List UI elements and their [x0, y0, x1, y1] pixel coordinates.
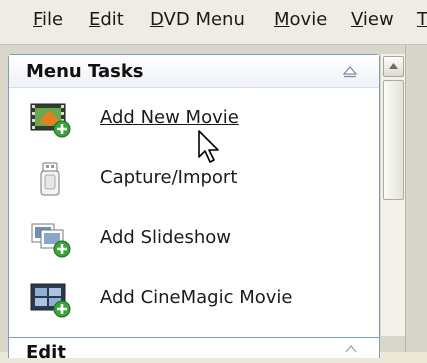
task-label: Add Slideshow	[100, 227, 232, 248]
scroll-thumb[interactable]	[383, 80, 404, 200]
menu-dvd-menu[interactable]: DVD Menu	[150, 9, 245, 30]
add-slideshow-icon	[31, 223, 71, 258]
task-add-new-movie[interactable]: Add New Movie	[29, 96, 349, 142]
menu-truncated[interactable]: T	[417, 9, 427, 30]
task-add-cinemagic-movie[interactable]: Add CineMagic Movie	[29, 276, 349, 322]
collapse-icon[interactable]	[344, 344, 358, 354]
task-label: Add New Movie	[100, 107, 239, 128]
menu-file[interactable]: File	[33, 9, 63, 30]
collapse-icon[interactable]	[342, 64, 358, 78]
add-movie-icon	[30, 103, 71, 138]
scroll-up-arrow-icon	[389, 63, 398, 69]
edit-tasks-panel[interactable]: Edit	[8, 337, 380, 363]
task-add-slideshow[interactable]: Add Slideshow	[29, 216, 349, 262]
menu-view[interactable]: View	[351, 9, 394, 30]
menu-bar: File Edit DVD Menu Movie View T	[0, 0, 427, 45]
menu-tasks-panel: Menu Tasks Add New Movie Capture/Import	[8, 54, 380, 338]
menu-edit[interactable]: Edit	[89, 9, 124, 30]
task-label: Add CineMagic Movie	[100, 287, 293, 308]
menu-movie[interactable]: Movie	[274, 9, 327, 30]
task-capture-import[interactable]: Capture/Import	[29, 156, 349, 202]
task-label: Capture/Import	[100, 167, 238, 188]
right-pane	[405, 45, 427, 352]
panel-header[interactable]: Menu Tasks	[9, 55, 379, 88]
add-cinemagic-icon	[30, 283, 71, 318]
scroll-up-button[interactable]	[383, 56, 404, 77]
vertical-scrollbar[interactable]	[380, 54, 405, 336]
panel-title: Menu Tasks	[26, 61, 144, 82]
usb-device-icon	[40, 162, 60, 196]
lower-panel-title: Edit	[26, 342, 66, 363]
